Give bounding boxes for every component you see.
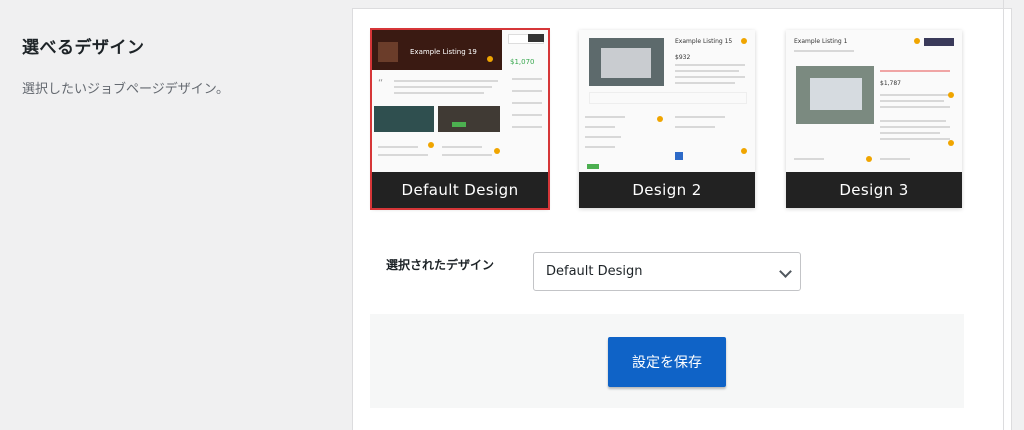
design-label: Design 3 (786, 172, 962, 208)
design-card-3[interactable]: Example Listing 1 $1,787 Design 3 (786, 30, 962, 208)
design-preview-2: Example Listing 15 $932 (579, 30, 755, 172)
design-preview-3: Example Listing 1 $1,787 (786, 30, 962, 172)
design-card-2[interactable]: Example Listing 15 $932 Design 2 (579, 30, 755, 208)
preview-price: $1,787 (880, 80, 901, 87)
preview-title: Example Listing 19 (410, 48, 477, 56)
design-select[interactable]: Default Design (533, 252, 801, 291)
preview-price: $1,070 (510, 58, 535, 66)
preview-price: $932 (675, 54, 691, 61)
divider (1003, 0, 1004, 430)
save-settings-button[interactable]: 設定を保存 (608, 337, 726, 387)
selected-design-label: 選択されたデザイン (386, 258, 495, 272)
design-label: Design 2 (579, 172, 755, 208)
design-preview-default: Example Listing 19 $1,070 “ (372, 30, 548, 172)
preview-title: Example Listing 15 (675, 38, 733, 45)
design-select-value: Default Design (546, 264, 643, 279)
section-description: 選択したいジョブページデザイン。 (22, 82, 229, 97)
section-title: 選べるデザイン (22, 38, 145, 58)
chevron-down-icon (779, 265, 792, 278)
preview-title: Example Listing 1 (794, 38, 848, 45)
design-card-default[interactable]: Example Listing 19 $1,070 “ Default Desi… (370, 28, 550, 210)
design-label: Default Design (372, 172, 548, 208)
